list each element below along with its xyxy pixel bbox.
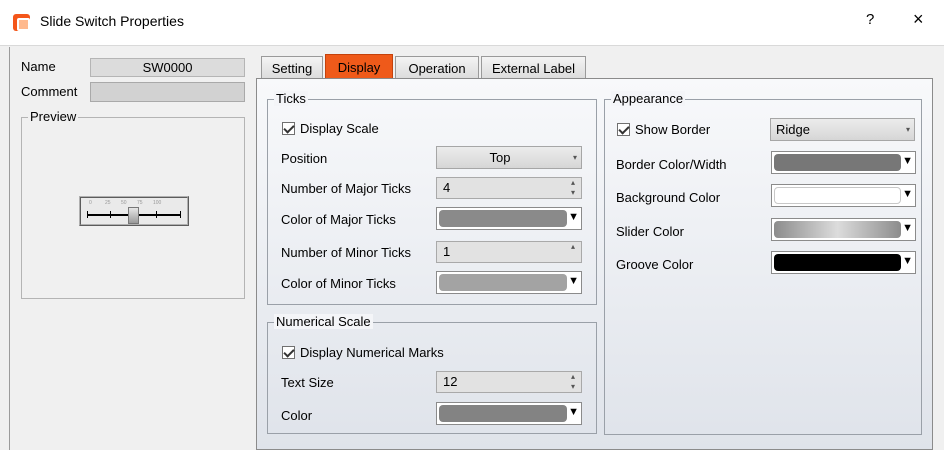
chevron-down-icon: ▼ bbox=[902, 188, 913, 200]
tab-setting[interactable]: Setting bbox=[261, 56, 323, 78]
slider-preview: 0 25 50 75 100 bbox=[79, 196, 189, 226]
groove-color-swatch bbox=[774, 254, 901, 271]
numerical-color-swatch bbox=[439, 405, 567, 422]
preview-tick-label: 0 bbox=[89, 200, 92, 206]
comment-field[interactable] bbox=[90, 82, 245, 102]
display-scale-checkbox[interactable]: Display Scale bbox=[282, 121, 379, 136]
position-select[interactable]: Top ▾ bbox=[436, 146, 582, 169]
window-title: Slide Switch Properties bbox=[40, 13, 184, 29]
chevron-down-icon: ▾ bbox=[572, 153, 577, 162]
major-color-label: Color of Major Ticks bbox=[281, 212, 396, 227]
display-scale-label: Display Scale bbox=[300, 121, 379, 136]
chevron-down-icon: ▼ bbox=[902, 255, 913, 267]
comment-label: Comment bbox=[21, 84, 78, 99]
display-numerical-marks-label: Display Numerical Marks bbox=[300, 345, 444, 360]
appearance-title: Appearance bbox=[611, 91, 686, 106]
numerical-color-label: Color bbox=[281, 408, 313, 423]
chevron-down-icon: ▼ bbox=[568, 406, 579, 418]
preview-tick bbox=[110, 211, 111, 218]
minor-ticks-spinner[interactable]: 1 ▴ bbox=[436, 241, 582, 263]
preview-tick-label: 100 bbox=[153, 200, 162, 206]
chevron-down-icon: ▼ bbox=[902, 155, 913, 167]
preview-tick bbox=[180, 211, 181, 218]
background-color-swatch bbox=[774, 187, 901, 204]
groove-color-picker[interactable]: ▼ bbox=[771, 251, 916, 274]
major-ticks-label: Number of Major Ticks bbox=[281, 181, 412, 196]
text-size-spinner[interactable]: 12 ▴ ▾ bbox=[436, 371, 582, 393]
minor-ticks-label: Number of Minor Ticks bbox=[281, 245, 412, 260]
show-border-checkbox[interactable]: Show Border bbox=[617, 122, 710, 137]
numerical-scale-title: Numerical Scale bbox=[274, 314, 373, 329]
border-style-value: Ridge bbox=[776, 122, 810, 137]
background-color-label: Background Color bbox=[616, 190, 721, 205]
help-button[interactable]: ? bbox=[866, 11, 874, 28]
border-color-picker[interactable]: ▼ bbox=[771, 151, 916, 174]
minor-color-picker[interactable]: ▼ bbox=[436, 271, 582, 294]
chevron-down-icon: ▼ bbox=[568, 211, 579, 223]
numerical-color-picker[interactable]: ▼ bbox=[436, 402, 582, 425]
checkmark-icon bbox=[282, 122, 295, 135]
ticks-title: Ticks bbox=[274, 91, 308, 106]
preview-tick bbox=[87, 211, 88, 218]
checkmark-icon bbox=[282, 346, 295, 359]
preview-tick bbox=[156, 211, 157, 218]
border-style-select[interactable]: Ridge ▾ bbox=[770, 118, 915, 141]
chevron-down-icon: ▾ bbox=[905, 125, 910, 134]
border-color-label: Border Color/Width bbox=[616, 157, 727, 172]
border-color-swatch bbox=[774, 154, 901, 171]
background-color-picker[interactable]: ▼ bbox=[771, 184, 916, 207]
title-bar: Slide Switch Properties ? × bbox=[0, 0, 944, 46]
preview-tick-labels: 0 25 50 75 100 bbox=[89, 200, 169, 206]
major-color-swatch bbox=[439, 210, 567, 227]
major-color-picker[interactable]: ▼ bbox=[436, 207, 582, 230]
major-ticks-value: 4 bbox=[443, 180, 451, 195]
position-label: Position bbox=[281, 151, 328, 166]
tab-display[interactable]: Display bbox=[325, 54, 393, 79]
groove-color-label: Groove Color bbox=[616, 257, 694, 272]
up-down-spinner-icon[interactable]: ▴ ▾ bbox=[571, 178, 575, 198]
display-numerical-marks-checkbox[interactable]: Display Numerical Marks bbox=[282, 345, 444, 360]
slider-color-label: Slider Color bbox=[616, 224, 684, 239]
text-size-label: Text Size bbox=[281, 375, 334, 390]
app-icon bbox=[13, 14, 30, 31]
major-ticks-spinner[interactable]: 4 ▴ ▾ bbox=[436, 177, 582, 199]
show-border-label: Show Border bbox=[635, 122, 711, 137]
up-down-spinner-icon[interactable]: ▴ bbox=[571, 242, 575, 252]
close-button[interactable]: × bbox=[913, 9, 924, 30]
minor-color-swatch bbox=[439, 274, 567, 291]
tab-operation[interactable]: Operation bbox=[395, 56, 479, 78]
preview-tick-label: 75 bbox=[137, 200, 143, 206]
preview-title: Preview bbox=[28, 109, 79, 124]
preview-group: Preview 0 25 50 75 100 bbox=[21, 109, 245, 299]
minor-ticks-value: 1 bbox=[443, 244, 451, 259]
position-value: Top bbox=[489, 150, 511, 165]
up-down-spinner-icon[interactable]: ▴ ▾ bbox=[571, 372, 575, 392]
slider-color-picker[interactable]: ▼ bbox=[771, 218, 916, 241]
minor-color-label: Color of Minor Ticks bbox=[281, 276, 396, 291]
checkmark-icon bbox=[617, 123, 630, 136]
name-field[interactable]: SW0000 bbox=[90, 58, 245, 77]
chevron-down-icon: ▼ bbox=[568, 275, 579, 287]
preview-tick-label: 25 bbox=[105, 200, 111, 206]
slider-color-swatch bbox=[774, 221, 901, 238]
tab-external-label[interactable]: External Label bbox=[481, 56, 586, 78]
name-label: Name bbox=[21, 59, 56, 74]
preview-tick-label: 50 bbox=[121, 200, 127, 206]
text-size-value: 12 bbox=[443, 374, 458, 389]
chevron-down-icon: ▼ bbox=[902, 222, 913, 234]
preview-knob bbox=[128, 207, 139, 224]
